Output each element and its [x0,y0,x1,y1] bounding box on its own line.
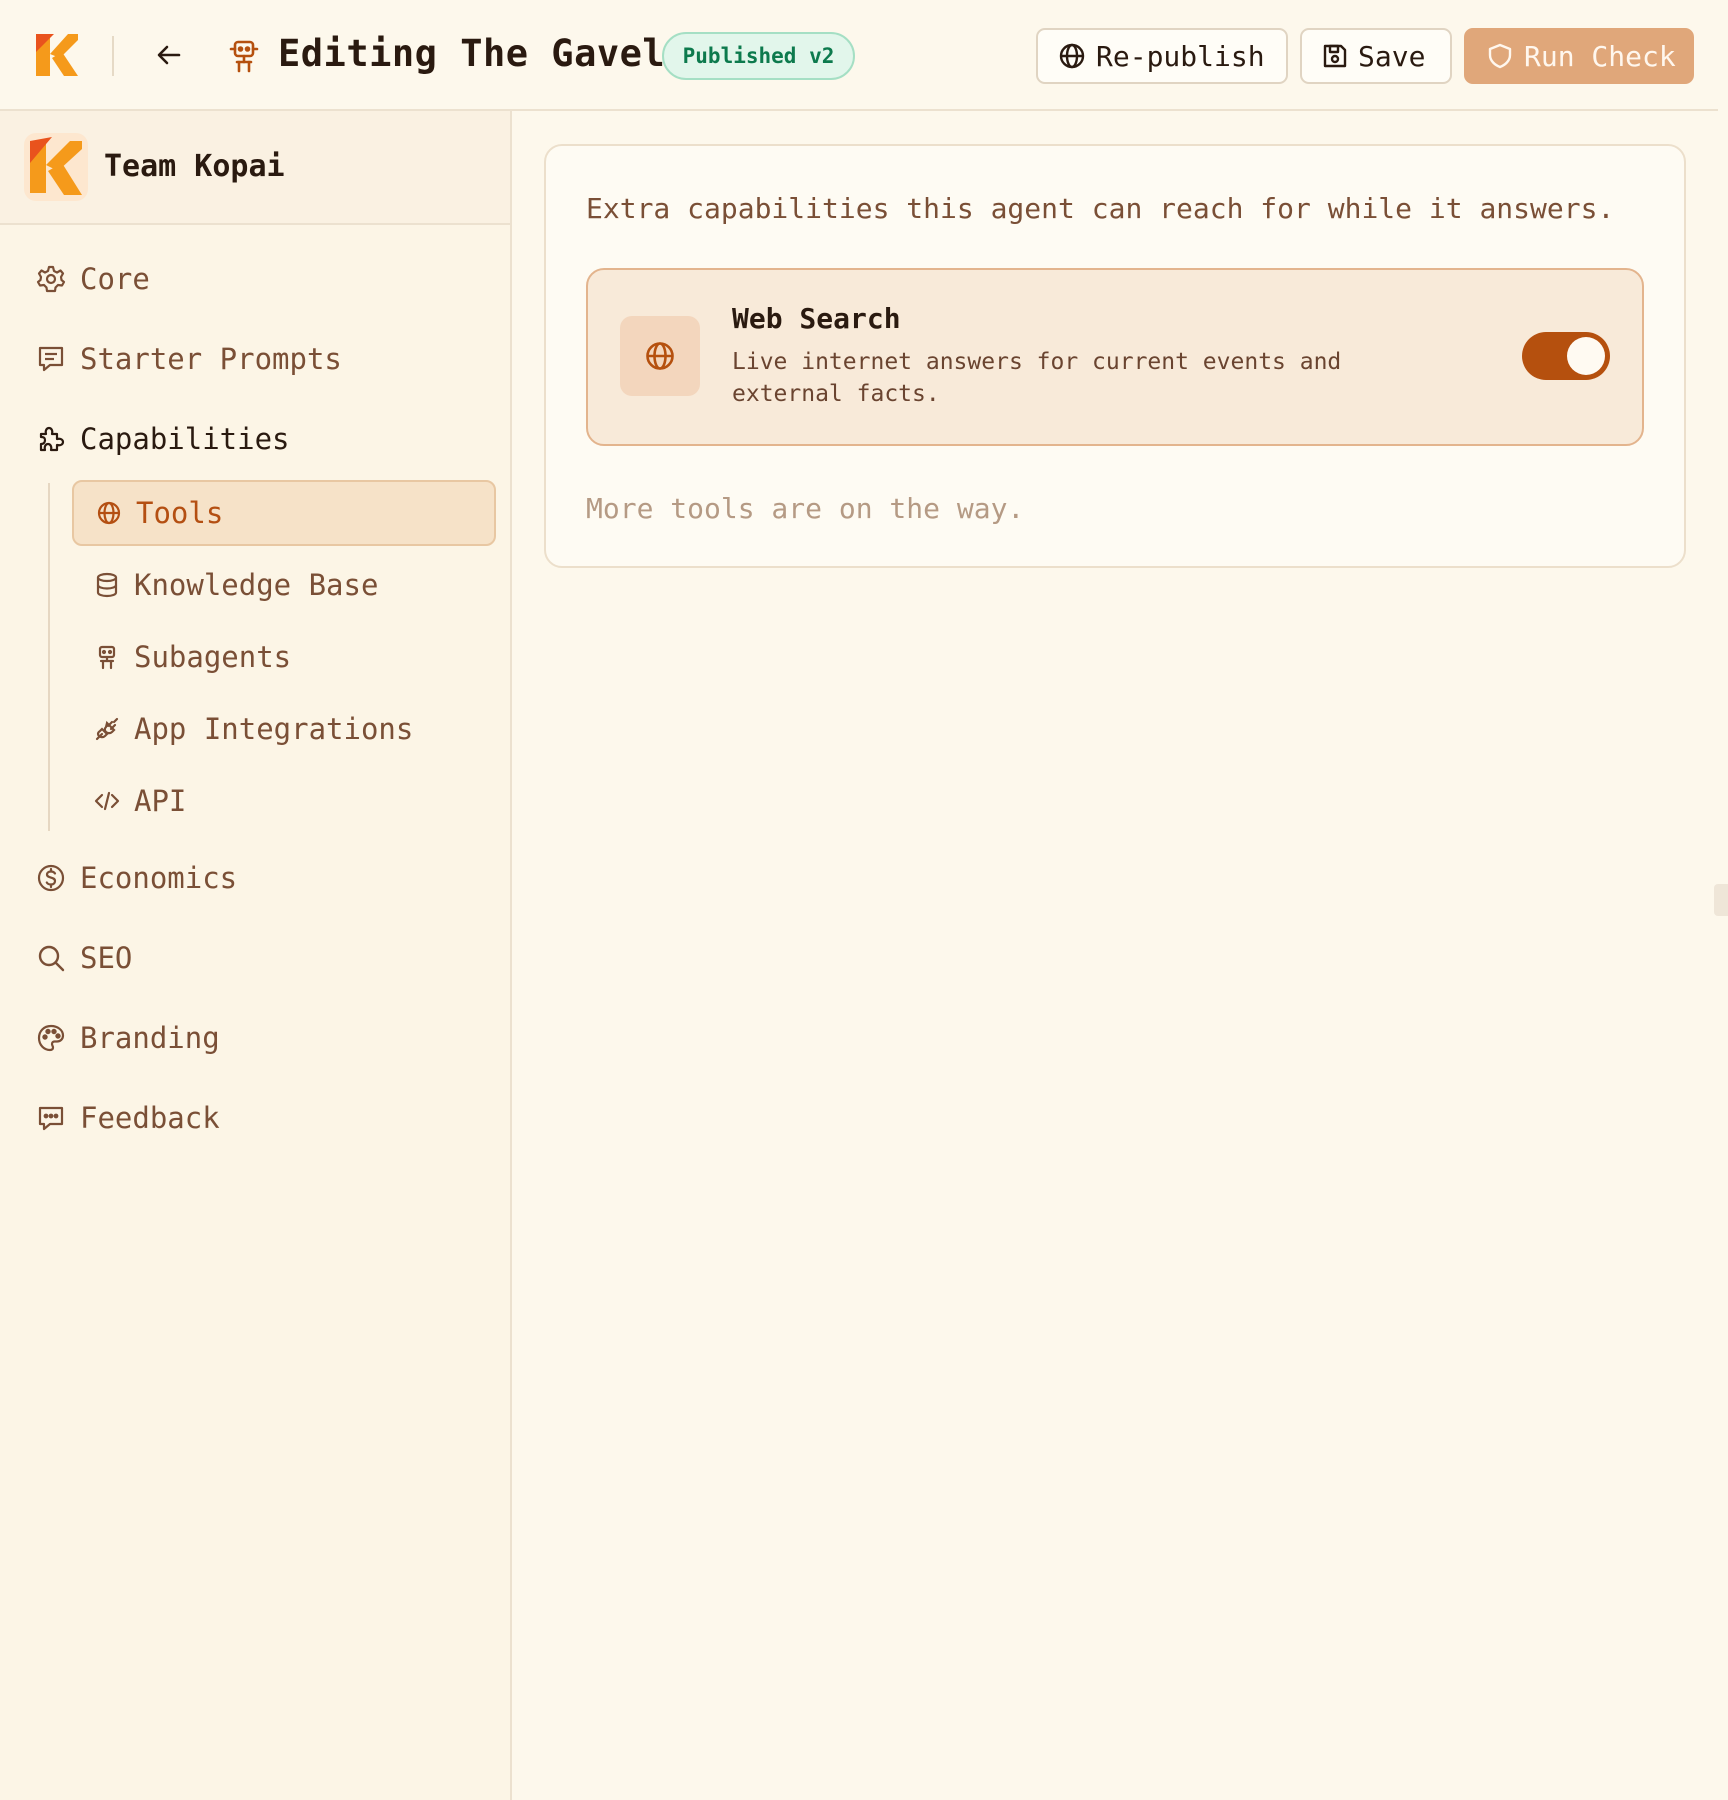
code-icon [94,788,120,814]
sidebar-item-label: Capabilities [80,422,290,456]
puzzle-icon [36,424,66,454]
sidebar-subitem-tools[interactable]: Tools [72,480,496,546]
team-switcher[interactable]: Team Kopai [0,111,510,225]
toggle-knob [1567,337,1605,375]
top-header: Editing The Gavel Published v2 Re-publis… [0,0,1718,111]
sidebar-subitem-label: Tools [136,496,224,530]
capabilities-tools-card: Extra capabilities this agent can reach … [544,144,1686,568]
search-icon [36,943,66,973]
sidebar-item-label: SEO [80,941,133,975]
team-avatar [24,133,88,201]
sidebar-item-label: Economics [80,861,238,895]
floppy-disk-icon [1322,43,1348,69]
globe-icon [620,316,700,396]
save-label: Save [1358,39,1426,73]
message-square-icon [36,344,66,374]
sidebar-item-branding[interactable]: Branding [36,1016,220,1060]
run-check-button[interactable]: Run Check [1464,28,1694,84]
gear-icon [36,264,66,294]
sidebar-item-economics[interactable]: Economics [36,856,237,900]
globe-icon [96,500,122,526]
sidebar-subitem-api[interactable]: API [72,768,496,834]
tool-description: Live internet answers for current events… [732,349,1342,407]
tool-name: Web Search [732,302,901,335]
palette-icon [36,1023,66,1053]
robot-icon [228,38,260,74]
sidebar-item-core[interactable]: Core [36,257,150,301]
sidebar-item-label: Feedback [80,1101,220,1135]
resize-handle[interactable] [1714,884,1728,916]
sidebar-subitem-label: Subagents [134,640,292,674]
sidebar-subitem-label: App Integrations [134,712,414,746]
shield-icon [1486,42,1514,70]
page-title: Editing The Gavel [278,32,666,75]
card-description: Extra capabilities this agent can reach … [586,192,1615,225]
globe-icon [1058,42,1086,70]
sidebar-item-label: Starter Prompts [80,342,342,376]
submenu-rail [48,483,50,831]
header-divider [112,36,114,76]
plug-icon [94,716,120,742]
status-badge: Published v2 [662,32,855,80]
sidebar-item-starter-prompts[interactable]: Starter Prompts [36,337,342,381]
sidebar-item-seo[interactable]: SEO [36,936,132,980]
sidebar: Team Kopai Core Starter Prompts Capabili… [0,111,512,1800]
sidebar-subitem-label: Knowledge Base [134,568,379,602]
database-icon [94,572,120,598]
republish-button[interactable]: Re-publish [1036,28,1288,84]
sidebar-subitem-knowledge-base[interactable]: Knowledge Base [72,552,496,618]
back-arrow-icon[interactable] [154,40,184,70]
sidebar-item-feedback[interactable]: Feedback [36,1096,220,1140]
sidebar-item-label: Core [80,262,150,296]
sidebar-subitem-app-integrations[interactable]: App Integrations [72,696,496,762]
sidebar-item-label: Branding [80,1021,220,1055]
robot-icon [94,644,120,670]
run-check-label: Run Check [1524,39,1676,73]
sidebar-subitem-subagents[interactable]: Subagents [72,624,496,690]
web-search-toggle[interactable] [1522,332,1610,380]
kopai-logo-icon[interactable] [34,32,78,78]
sidebar-item-capabilities[interactable]: Capabilities [36,417,290,461]
dollar-circle-icon [36,863,66,893]
tool-card-web-search: Web Search Live internet answers for cur… [586,268,1644,446]
save-button[interactable]: Save [1300,28,1452,84]
chat-bubble-icon [36,1103,66,1133]
sidebar-subitem-label: API [134,784,187,818]
team-name: Team Kopai [104,149,285,184]
more-tools-note: More tools are on the way. [586,492,1025,525]
republish-label: Re-publish [1096,39,1265,73]
